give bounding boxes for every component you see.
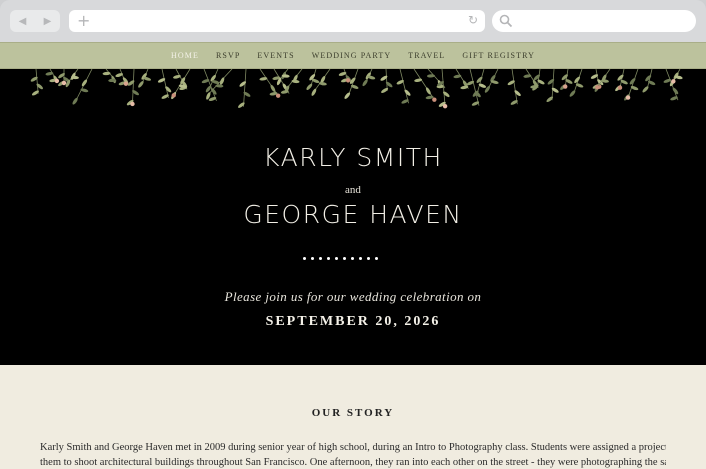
foliage-border-illustration [30,69,683,109]
invitation-text: Please join us for our wedding celebrati… [224,289,482,304]
story-body: Karly Smith and George Haven met in 2009… [40,440,666,469]
nav-item-events[interactable]: EVENTS [257,51,294,60]
site-nav: HOME RSVP EVENTS WEDDING PARTY TRAVEL GI… [0,42,706,69]
story-title: OUR STORY [311,407,395,419]
story-line: them to shoot architectural buildings th… [40,457,666,468]
browser-toolbar: ◀ ▶ + ↻ [0,0,706,42]
hero-section: KARLY SMITH and GEORGE HAVEN Please join… [0,69,706,365]
back-arrow-icon[interactable]: ◀ [19,16,27,27]
new-tab-icon[interactable]: + [77,11,90,30]
address-bar[interactable]: + ↻ [69,10,485,32]
nav-item-wedding-party[interactable]: WEDDING PARTY [312,51,392,60]
partner-one-name: KARLY SMITH [263,143,443,172]
nav-item-home[interactable]: HOME [171,51,199,60]
story-line: Karly Smith and George Haven met in 2009… [40,442,666,453]
search-icon [499,14,513,28]
wedding-date: SEPTEMBER 20, 2026 [265,314,441,329]
search-field[interactable] [492,10,696,32]
partner-two-name: GEORGE HAVEN [243,200,463,229]
nav-item-travel[interactable]: TRAVEL [408,51,445,60]
browser-window: ◀ ▶ + ↻ HOME RSVP EVENTS WEDDING PARTY T… [0,0,706,469]
history-buttons: ◀ ▶ [10,10,60,32]
dot-divider [303,257,378,260]
our-story-section: OUR STORY Karly Smith and George Haven m… [0,365,706,469]
nav-item-rsvp[interactable]: RSVP [216,51,240,60]
forward-arrow-icon[interactable]: ▶ [44,16,52,27]
wedding-website: HOME RSVP EVENTS WEDDING PARTY TRAVEL GI… [0,42,706,469]
nav-item-gift-registry[interactable]: GIFT REGISTRY [462,51,535,60]
and-connector: and [345,184,361,196]
reload-icon[interactable]: ↻ [468,13,478,27]
